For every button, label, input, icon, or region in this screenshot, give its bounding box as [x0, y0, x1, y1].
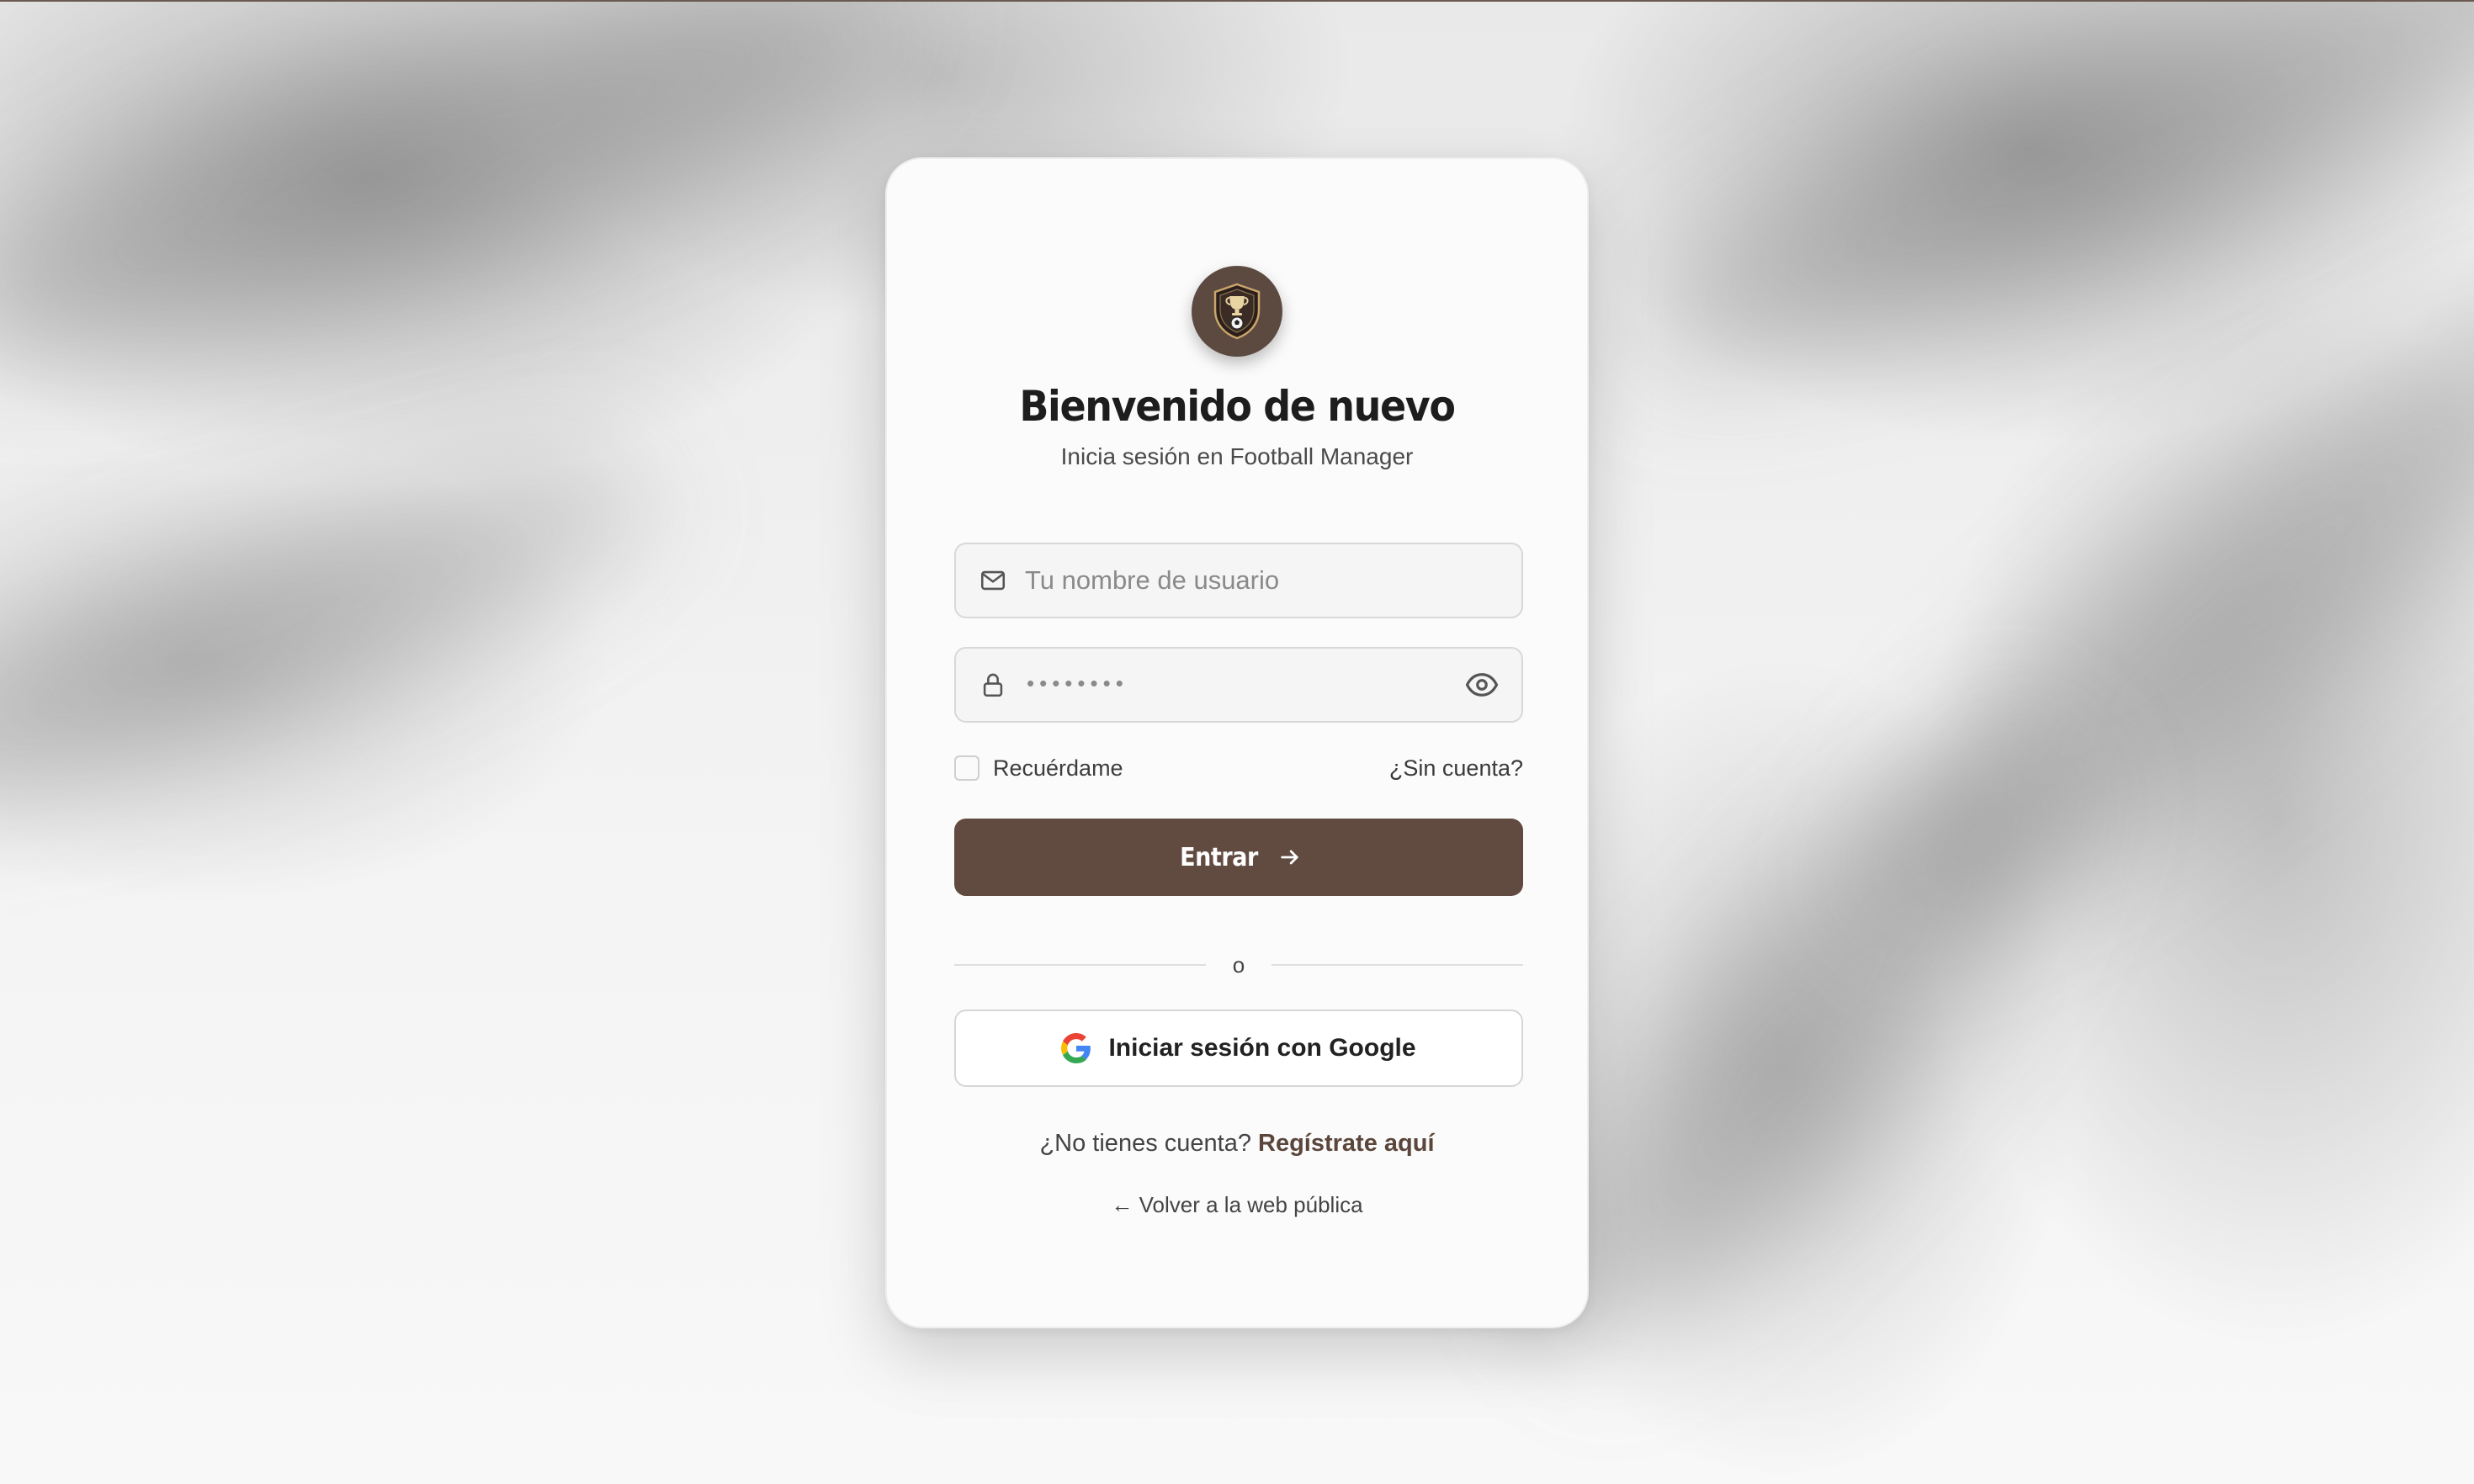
- google-signin-button[interactable]: Iniciar sesión con Google: [954, 1010, 1523, 1087]
- submit-label: Entrar: [1180, 842, 1259, 872]
- trophy-shield-icon: [1192, 266, 1282, 357]
- username-input[interactable]: [1025, 544, 1521, 617]
- mail-icon: [978, 565, 1008, 596]
- login-options: Recuérdame ¿Sin cuenta?: [954, 751, 1523, 785]
- signup-prompt: ¿No tienes cuenta?: [1039, 1130, 1259, 1157]
- submit-button[interactable]: Entrar: [954, 819, 1523, 896]
- remember-label: Recuérdame: [993, 755, 1123, 781]
- google-label: Iniciar sesión con Google: [1108, 1034, 1416, 1062]
- username-field[interactable]: [954, 543, 1523, 618]
- top-accent-line: [0, 0, 2474, 2]
- login-card: Bienvenido de nuevo Inicia sesión en Foo…: [885, 157, 1589, 1328]
- password-input[interactable]: ••••••••: [1027, 672, 1463, 697]
- page-title: Bienvenido de nuevo: [1019, 382, 1456, 431]
- page-subtitle: Inicia sesión en Football Manager: [1060, 443, 1414, 469]
- separator-label: o: [1232, 952, 1245, 978]
- eye-icon[interactable]: [1463, 665, 1501, 704]
- remember-checkbox[interactable]: [954, 755, 980, 781]
- back-to-public-link[interactable]: ← Volver a la web pública: [1111, 1192, 1362, 1217]
- back-line: ← Volver a la web pública: [887, 1192, 1587, 1218]
- remember-me[interactable]: Recuérdame: [954, 755, 1123, 782]
- signup-line: ¿No tienes cuenta? Regístrate aquí: [887, 1130, 1587, 1158]
- separator-line-right: [1272, 964, 1523, 966]
- or-separator: o: [954, 952, 1523, 978]
- google-icon: [1061, 1033, 1091, 1063]
- separator-line-left: [954, 964, 1206, 966]
- password-field[interactable]: ••••••••: [954, 647, 1523, 723]
- no-account-link[interactable]: ¿Sin cuenta?: [1389, 755, 1523, 782]
- arrow-right-icon: [1278, 845, 1302, 869]
- signup-link[interactable]: Regístrate aquí: [1258, 1130, 1435, 1157]
- lock-icon: [978, 670, 1008, 700]
